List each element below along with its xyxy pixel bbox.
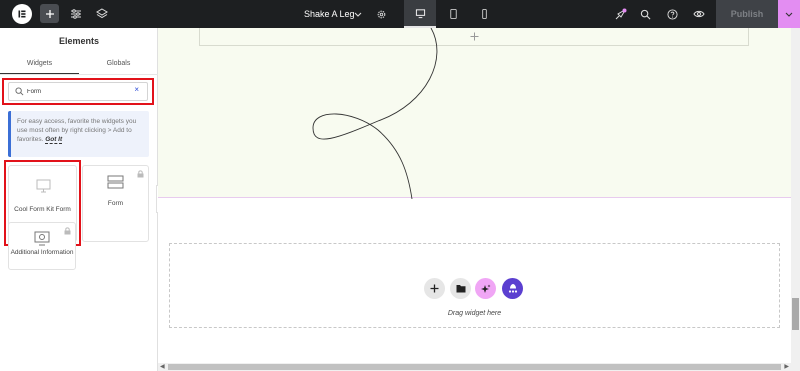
sliders-icon <box>71 9 81 19</box>
desktop-icon <box>415 8 425 18</box>
vertical-scroll-thumb[interactable] <box>792 298 799 330</box>
mobile-icon <box>481 8 487 20</box>
chevron-down-icon <box>785 12 793 17</box>
eye-icon <box>693 10 705 18</box>
widget-label: Form <box>107 200 124 207</box>
decorative-curve <box>312 28 438 199</box>
add-section-button[interactable] <box>424 278 445 299</box>
structure-button[interactable] <box>92 4 112 24</box>
plus-icon <box>45 9 54 18</box>
dropzone-hint: Drag widget here <box>447 310 502 317</box>
desktop-view-button[interactable] <box>404 0 436 28</box>
horizontal-scrollbar[interactable]: ◀ ▶ <box>158 363 791 371</box>
clear-search-icon[interactable]: × <box>134 85 139 94</box>
lock-icon <box>64 227 71 235</box>
ai-sparkle-icon <box>480 284 490 293</box>
preview-button[interactable] <box>689 4 709 24</box>
mobile-view-button[interactable] <box>468 0 500 28</box>
search-input[interactable] <box>27 86 127 98</box>
ai-generate-button[interactable] <box>475 278 496 299</box>
tabs-divider <box>0 74 158 75</box>
publish-button[interactable]: Publish <box>716 0 778 28</box>
add-template-button[interactable] <box>450 278 471 299</box>
elementor-logo-icon[interactable] <box>12 4 32 24</box>
chevron-down-icon <box>354 12 362 17</box>
tablet-icon <box>449 8 457 20</box>
publish-options-button[interactable] <box>778 0 800 28</box>
editor-canvas: Drag widget here <box>158 28 791 363</box>
search-icon <box>15 87 24 96</box>
hero-section[interactable] <box>158 28 791 199</box>
notes-icon <box>615 8 626 19</box>
widget-search[interactable]: × <box>8 82 148 101</box>
info-icon <box>34 231 50 246</box>
got-it-link[interactable]: Got It <box>45 136 63 144</box>
empty-dropzone[interactable]: Drag widget here <box>169 243 780 328</box>
layers-icon <box>96 8 108 19</box>
plus-icon <box>430 284 439 293</box>
elementor-glyph <box>18 10 26 18</box>
help-button[interactable] <box>662 4 682 24</box>
notes-button[interactable] <box>610 4 630 24</box>
widget-label: Additional Information <box>10 249 74 256</box>
add-element-button[interactable] <box>40 4 59 23</box>
tab-globals[interactable]: Globals <box>79 60 158 67</box>
elements-panel: Elements Widgets Globals × For easy acce… <box>0 28 158 371</box>
page-settings-button[interactable] <box>371 4 391 24</box>
kit-library-button[interactable] <box>502 278 523 299</box>
tab-widgets[interactable]: Widgets <box>0 60 79 67</box>
finder-button[interactable] <box>635 4 655 24</box>
favorites-tip: For easy access, favorite the widgets yo… <box>8 111 149 157</box>
search-icon <box>640 9 650 19</box>
form-kit-icon <box>36 179 51 193</box>
widget-form[interactable]: Form <box>82 165 149 242</box>
site-settings-button[interactable] <box>66 4 86 24</box>
folder-icon <box>456 285 465 293</box>
widget-label: Cool Form Kit Form <box>14 206 71 213</box>
widget-additional-information[interactable]: Additional Information <box>8 222 76 270</box>
panel-title: Elements <box>58 36 100 46</box>
tablet-view-button[interactable] <box>437 0 469 28</box>
kit-icon <box>508 284 517 293</box>
gear-icon <box>377 10 385 18</box>
form-icon <box>107 175 124 189</box>
tip-text: For easy access, favorite the widgets yo… <box>17 118 137 143</box>
page-name[interactable]: Shake A Leg <box>304 0 355 28</box>
lock-icon <box>137 170 144 178</box>
top-bar: Shake A Leg Publish <box>0 0 800 28</box>
scroll-left-icon[interactable]: ◀ <box>160 363 165 371</box>
vertical-scrollbar[interactable] <box>791 28 800 371</box>
help-icon <box>666 8 678 20</box>
horizontal-scroll-thumb[interactable] <box>168 364 781 370</box>
scroll-right-icon[interactable]: ▶ <box>784 363 789 371</box>
page-menu-button[interactable] <box>348 4 368 24</box>
